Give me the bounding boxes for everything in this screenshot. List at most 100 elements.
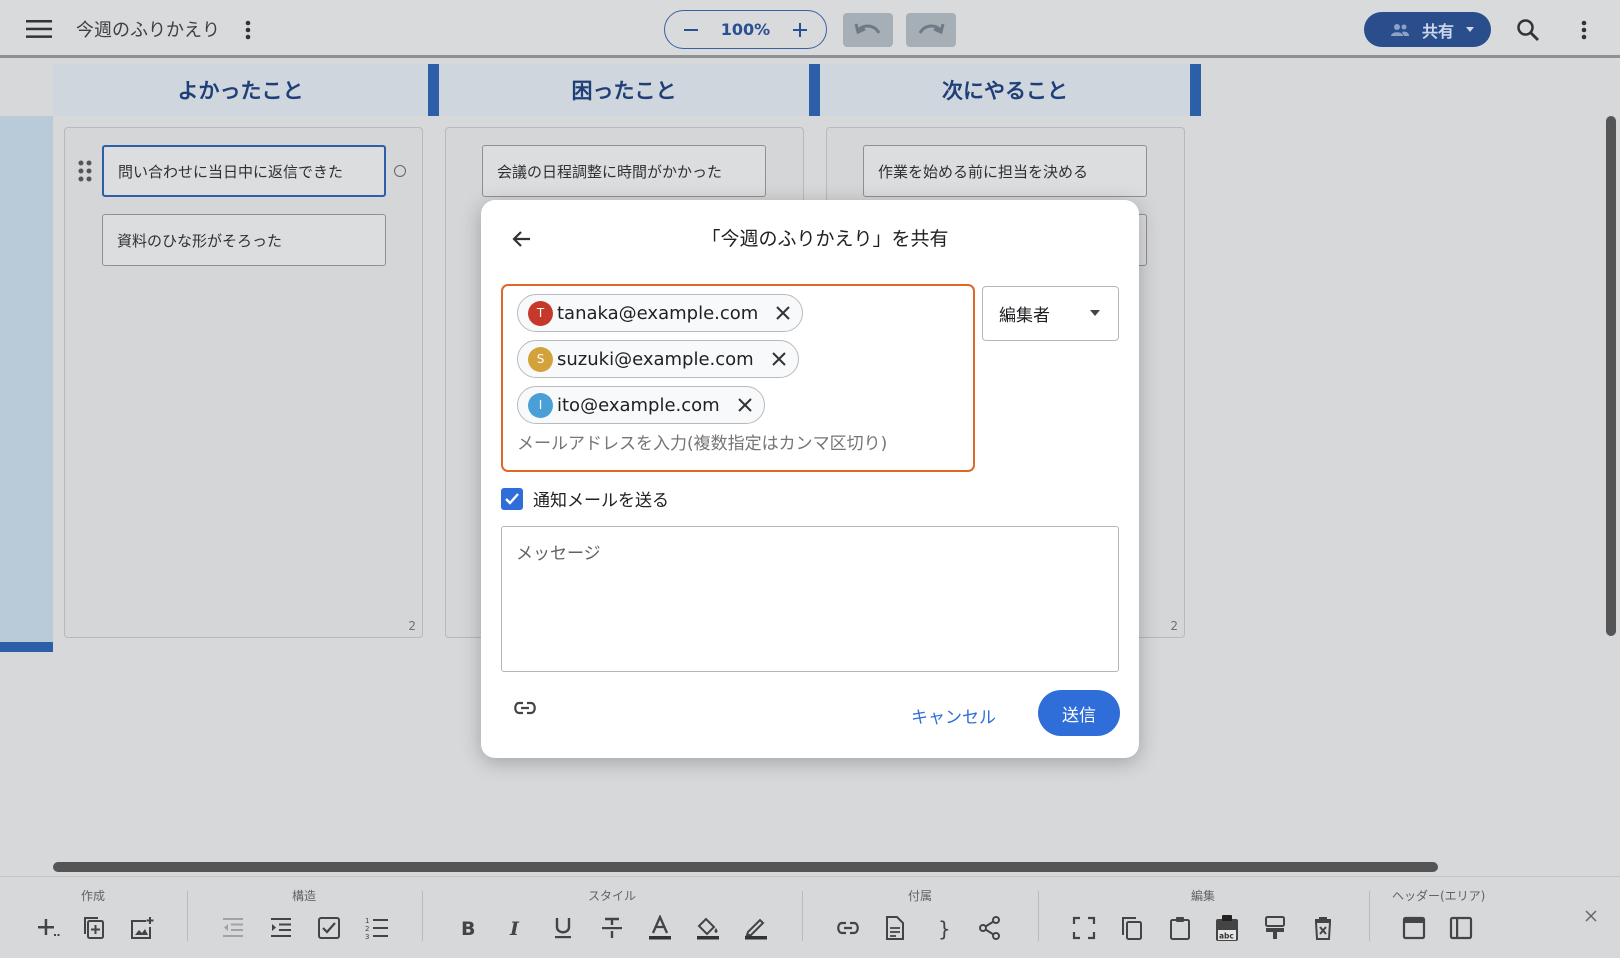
svg-text:I: I: [509, 918, 520, 940]
svg-text:}: }: [938, 917, 951, 941]
toolbar-separator: [422, 891, 423, 941]
recipient-field[interactable]: T tanaka@example.com S suzuki@example.co…: [501, 284, 975, 472]
drag-handle-icon[interactable]: [78, 160, 92, 186]
undo-button[interactable]: [843, 13, 893, 47]
bottom-toolbar: 作成 構造 スタイル 付属 編集 ヘッダー(エリア) 123 B I } abc: [0, 876, 1620, 958]
underline-icon[interactable]: [548, 913, 578, 943]
indent-icon[interactable]: [266, 913, 296, 943]
left-strip-indicator: [0, 642, 53, 652]
notify-label: 通知メールを送る: [533, 491, 669, 511]
header-top-icon[interactable]: [1399, 913, 1429, 943]
recipient-chip[interactable]: T tanaka@example.com: [517, 294, 804, 332]
remove-chip-icon[interactable]: [738, 398, 752, 412]
share-button[interactable]: 共有: [1364, 12, 1491, 47]
toolbar-group-structure: 構造: [292, 889, 317, 903]
paste-icon[interactable]: [1165, 913, 1195, 943]
dialog-title: 「今週のふりかえり」を共有: [701, 228, 949, 250]
toolbar-separator: [187, 891, 188, 941]
svg-text:3: 3: [365, 933, 369, 941]
card[interactable]: 問い合わせに当日中に返信できた: [102, 145, 386, 197]
paste-text-icon[interactable]: abc: [1212, 913, 1242, 943]
connector-handle-icon[interactable]: [394, 165, 406, 177]
menu-icon[interactable]: [26, 18, 52, 40]
column-divider: [1190, 64, 1201, 116]
svg-text:abc: abc: [1219, 932, 1234, 941]
top-bar: 今週のふりかえり 100% 共有: [0, 0, 1620, 58]
toolbar-group-style: スタイル: [588, 889, 637, 903]
left-strip: [0, 116, 53, 644]
delete-icon[interactable]: [1308, 913, 1338, 943]
share-label: 共有: [1422, 21, 1455, 41]
column-header-trouble[interactable]: 困ったこと: [439, 64, 809, 116]
duplicate-add-icon[interactable]: [79, 913, 109, 943]
notify-checkbox[interactable]: [501, 487, 523, 510]
chevron-down-icon: [1090, 310, 1100, 316]
strikethrough-icon[interactable]: [597, 913, 627, 943]
relation-icon[interactable]: [975, 913, 1005, 943]
check-icon: [505, 492, 519, 505]
column-divider: [809, 64, 820, 116]
toolbar-group-create: 作成: [81, 889, 106, 903]
send-button[interactable]: 送信: [1038, 690, 1120, 736]
cancel-button[interactable]: キャンセル: [911, 703, 996, 728]
document-title[interactable]: 今週のふりかえり: [76, 16, 220, 42]
card-count: 2: [408, 619, 416, 633]
border-color-icon[interactable]: [741, 913, 771, 943]
toolbar-group-edit: 編集: [1191, 889, 1216, 903]
zoom-in-icon[interactable]: [792, 22, 808, 38]
note-icon[interactable]: [880, 913, 910, 943]
toolbar-separator: [1038, 891, 1039, 941]
numbered-list-icon[interactable]: 123: [362, 913, 392, 943]
role-value: 編集者: [999, 306, 1050, 326]
more-vert-icon-right[interactable]: [1578, 18, 1590, 42]
remove-chip-icon[interactable]: [776, 306, 791, 320]
vertical-scrollbar[interactable]: [1606, 116, 1616, 636]
add-node-icon[interactable]: [33, 913, 63, 943]
copy-link-icon[interactable]: [513, 700, 537, 720]
avatar: T: [528, 300, 553, 326]
format-painter-icon[interactable]: [1260, 913, 1290, 943]
svg-text:1: 1: [365, 917, 369, 925]
column-divider: [428, 64, 439, 116]
toolbar-group-attach: 付属: [908, 889, 933, 903]
card[interactable]: 資料のひな形がそろった: [102, 214, 386, 266]
horizontal-scrollbar[interactable]: [53, 862, 1438, 872]
svg-text:B: B: [461, 918, 475, 940]
role-select[interactable]: 編集者: [982, 286, 1119, 341]
column-header-next[interactable]: 次にやること: [820, 64, 1190, 116]
bold-icon[interactable]: B: [453, 913, 483, 943]
avatar: I: [528, 392, 553, 418]
link-icon[interactable]: [833, 913, 863, 943]
more-vert-icon[interactable]: [242, 18, 254, 42]
recipient-chip[interactable]: I ito@example.com: [517, 386, 765, 424]
column-header-good[interactable]: よかったこと: [53, 64, 428, 116]
header-left-icon[interactable]: [1446, 913, 1476, 943]
search-icon[interactable]: [1514, 16, 1542, 44]
copy-icon[interactable]: [1117, 913, 1147, 943]
column-body-good: 問い合わせに当日中に返信できた 資料のひな形がそろった 2: [64, 127, 423, 638]
avatar: S: [528, 346, 553, 372]
add-image-icon[interactable]: [127, 913, 157, 943]
chevron-down-icon: [1466, 27, 1475, 32]
remove-chip-icon[interactable]: [772, 352, 786, 366]
recipient-email: tanaka@example.com: [557, 302, 759, 324]
card[interactable]: 会議の日程調整に時間がかかった: [482, 145, 766, 197]
card[interactable]: 作業を始める前に担当を決める: [863, 145, 1147, 197]
text-color-icon[interactable]: [645, 913, 675, 943]
notify-checkbox-row[interactable]: 通知メールを送る: [501, 486, 669, 511]
fill-color-icon[interactable]: [693, 913, 723, 943]
zoom-out-icon[interactable]: [683, 22, 699, 38]
select-all-icon[interactable]: [1069, 913, 1099, 943]
email-input[interactable]: [517, 434, 957, 454]
close-toolbar-icon[interactable]: [1582, 907, 1600, 925]
recipient-chip[interactable]: S suzuki@example.com: [517, 340, 799, 378]
brace-icon[interactable]: }: [928, 913, 958, 943]
checkbox-icon[interactable]: [314, 913, 344, 943]
message-input[interactable]: メッセージ: [501, 526, 1119, 672]
outdent-icon[interactable]: [218, 913, 248, 943]
card-count: 2: [1170, 619, 1178, 633]
italic-icon[interactable]: I: [500, 913, 530, 943]
redo-button[interactable]: [906, 13, 956, 47]
recipient-email: suzuki@example.com: [557, 348, 754, 370]
undo-icon: [854, 23, 881, 35]
